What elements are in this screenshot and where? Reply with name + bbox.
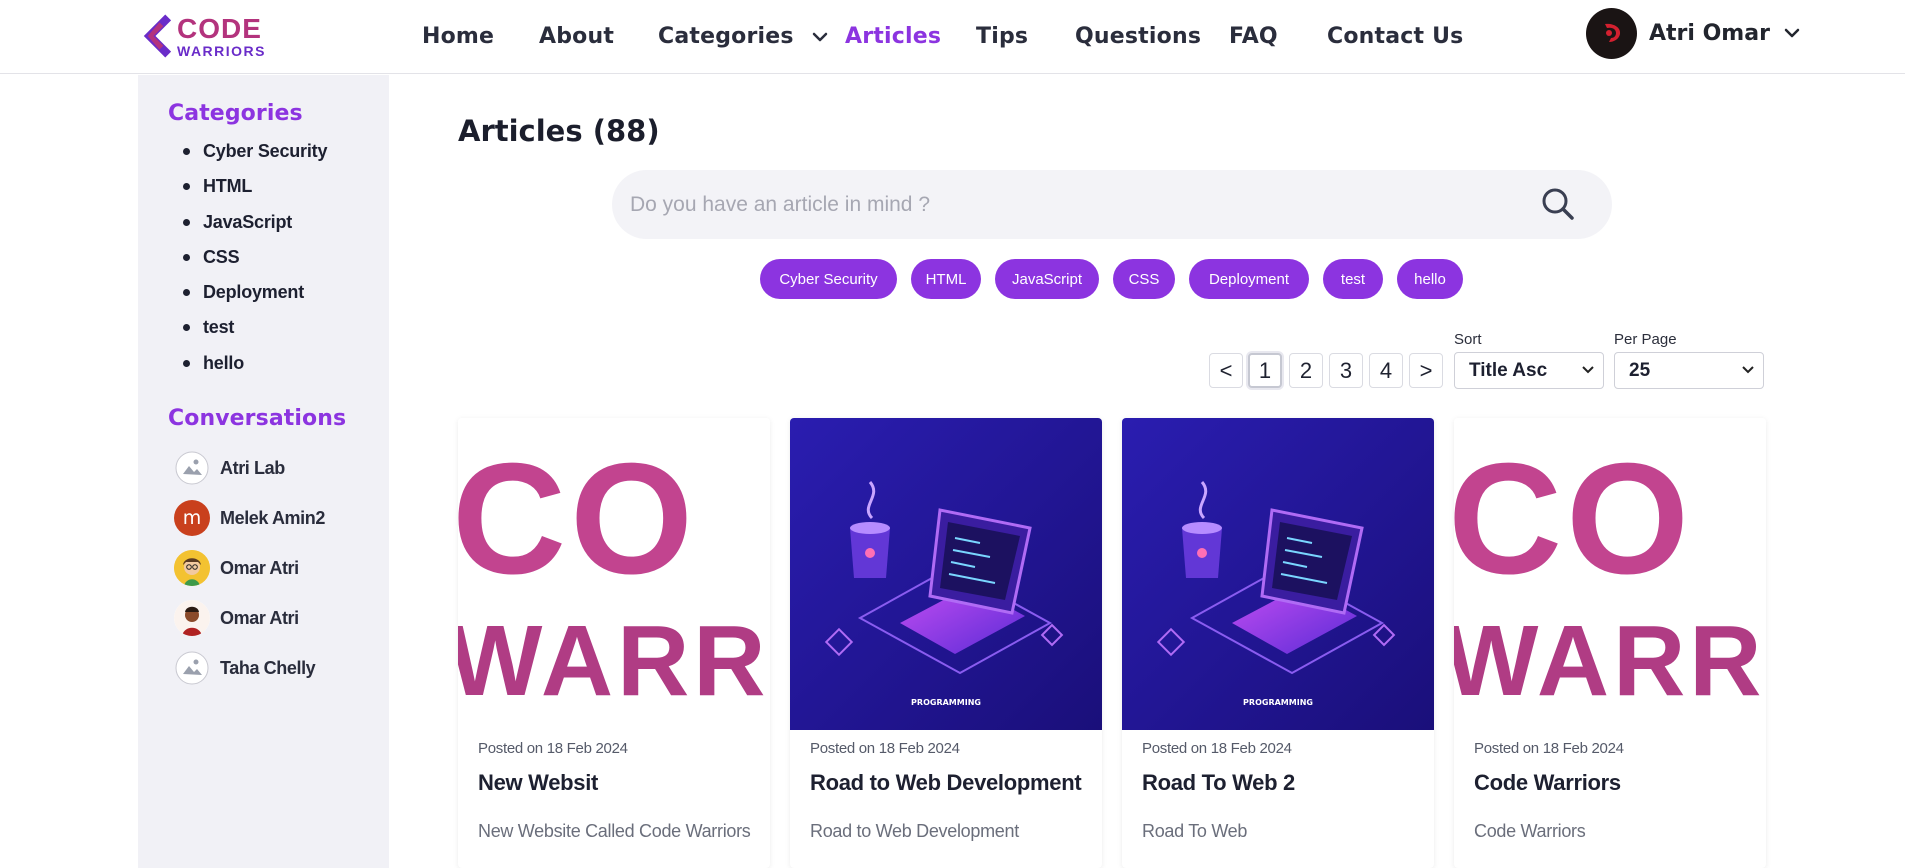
sidebar-categories-heading: Categories (168, 101, 303, 126)
user-avatar (1586, 7, 1637, 59)
conversation-name: Melek Amin2 (220, 507, 325, 528)
sidebar-category-html[interactable]: HTML (182, 174, 327, 209)
conversation-name: Omar Atri (220, 557, 299, 578)
article-date: Posted on 18 Feb 2024 (478, 740, 628, 757)
svg-text:PROGRAMMING: PROGRAMMING (1243, 698, 1313, 707)
code-warriors-logo-image: CO WARR (458, 418, 770, 730)
page-title: Articles (88) (458, 114, 660, 148)
conversation-item[interactable]: Omar Atri (174, 600, 299, 636)
nav-home[interactable]: Home (422, 24, 494, 49)
per-page-select[interactable]: 25 (1614, 352, 1764, 389)
sort-value: Title Asc (1469, 359, 1548, 381)
article-title: New Websit (478, 770, 599, 795)
logo-line1: CODE (177, 12, 262, 44)
sidebar-conversations-heading: Conversations (168, 406, 347, 431)
nav-questions[interactable]: Questions (1075, 24, 1201, 49)
svg-text:WARR: WARR (1454, 605, 1766, 717)
article-title: Road to Web Development (810, 770, 1082, 795)
conversation-item[interactable]: Omar Atri (174, 550, 299, 586)
article-description: Road To Web (1142, 821, 1248, 841)
letter-avatar: m (174, 500, 210, 536)
svg-text:WARR: WARR (458, 605, 770, 717)
article-date: Posted on 18 Feb 2024 (810, 740, 960, 757)
conversation-item[interactable]: m Melek Amin2 (174, 500, 325, 536)
chip-css[interactable]: CSS (1113, 259, 1175, 299)
chip-html[interactable]: HTML (911, 259, 981, 299)
broken-image-icon (174, 650, 210, 686)
article-description: New Website Called Code Warriors (478, 821, 751, 841)
chip-test[interactable]: test (1323, 259, 1383, 299)
article-card[interactable]: PROGRAMMING Posted on 18 Feb 2024 Road T… (1122, 418, 1434, 868)
article-date: Posted on 18 Feb 2024 (1474, 740, 1624, 757)
nav-categories-label: Categories (658, 24, 794, 49)
sort-label: Sort (1454, 331, 1482, 348)
laptop-illustration-image: PROGRAMMING (790, 418, 1102, 730)
chip-cyber-security[interactable]: Cyber Security (760, 259, 897, 299)
code-warriors-logo-image: CO WARR (1454, 418, 1766, 730)
user-name: Atri Omar (1649, 20, 1770, 46)
article-search-bar (612, 170, 1612, 239)
chevron-down-icon (1784, 28, 1800, 38)
user-menu[interactable]: Atri Omar (1586, 7, 1800, 59)
chip-hello[interactable]: hello (1397, 259, 1463, 299)
pagination-prev[interactable]: < (1209, 353, 1243, 388)
pagination-page-2[interactable]: 2 (1289, 353, 1323, 388)
broken-image-icon (174, 450, 210, 486)
article-description: Road to Web Development (810, 821, 1019, 841)
chevron-down-icon (812, 32, 827, 42)
pagination-page-1[interactable]: 1 (1248, 353, 1282, 388)
svg-text:CO: CO (1454, 431, 1693, 607)
article-card[interactable]: PROGRAMMING Posted on 18 Feb 2024 Road t… (790, 418, 1102, 868)
sidebar-category-hello[interactable]: hello (182, 351, 327, 386)
sidebar-category-list: Cyber Security HTML JavaScript CSS Deplo… (182, 139, 327, 386)
per-page-value: 25 (1629, 359, 1651, 381)
top-navbar: CODE WARRIORS Home About Categories Arti… (0, 0, 1905, 74)
nav-contact-us[interactable]: Contact Us (1327, 24, 1463, 49)
article-date: Posted on 18 Feb 2024 (1142, 740, 1292, 757)
code-warriors-logo[interactable]: CODE WARRIORS (136, 12, 266, 60)
cartoon-avatar (174, 550, 210, 586)
cartoon-avatar (174, 600, 210, 636)
sort-select[interactable]: Title Asc (1454, 352, 1604, 389)
article-card[interactable]: CO WARR Posted on 18 Feb 2024 Code Warri… (1454, 418, 1766, 868)
chip-javascript[interactable]: JavaScript (995, 259, 1099, 299)
pagination-page-3[interactable]: 3 (1329, 353, 1363, 388)
article-title: Road To Web 2 (1142, 770, 1295, 795)
search-input[interactable] (630, 170, 1510, 239)
nav-faq[interactable]: FAQ (1229, 24, 1278, 49)
pagination-next[interactable]: > (1409, 353, 1443, 388)
avatar-initial: m (182, 507, 202, 529)
chevron-down-icon (1742, 366, 1754, 374)
svg-text:CO: CO (458, 431, 697, 607)
chevron-down-icon (1582, 366, 1594, 374)
sidebar-category-javascript[interactable]: JavaScript (182, 210, 327, 245)
sidebar: Categories Cyber Security HTML JavaScrip… (138, 75, 389, 868)
laptop-illustration-image: PROGRAMMING (1122, 418, 1434, 730)
dragon-logo-icon (1604, 23, 1620, 42)
conversation-name: Taha Chelly (220, 657, 316, 678)
sidebar-category-css[interactable]: CSS (182, 245, 327, 280)
conversation-item[interactable]: Taha Chelly (174, 650, 316, 686)
logo-wordmark: CODE WARRIORS (177, 12, 266, 59)
sidebar-category-test[interactable]: test (182, 315, 327, 350)
nav-articles[interactable]: Articles (845, 24, 941, 49)
conversation-item[interactable]: Atri Lab (174, 450, 285, 486)
search-icon[interactable] (1540, 186, 1576, 222)
conversation-name: Atri Lab (220, 457, 285, 478)
logo-chevron-icon (143, 14, 172, 58)
article-card[interactable]: CO WARR Posted on 18 Feb 2024 New Websit… (458, 418, 770, 868)
sidebar-category-cyber-security[interactable]: Cyber Security (182, 139, 327, 174)
article-title: Code Warriors (1474, 770, 1621, 795)
nav-tips[interactable]: Tips (976, 24, 1028, 49)
svg-text:PROGRAMMING: PROGRAMMING (911, 698, 981, 707)
nav-categories[interactable]: Categories (658, 24, 828, 49)
per-page-label: Per Page (1614, 331, 1677, 348)
sidebar-category-deployment[interactable]: Deployment (182, 280, 327, 315)
logo-line2: WARRIORS (177, 42, 266, 59)
pagination-page-4[interactable]: 4 (1369, 353, 1403, 388)
article-description: Code Warriors (1474, 821, 1586, 841)
chip-deployment[interactable]: Deployment (1189, 259, 1309, 299)
nav-about[interactable]: About (539, 24, 614, 49)
conversation-name: Omar Atri (220, 607, 299, 628)
